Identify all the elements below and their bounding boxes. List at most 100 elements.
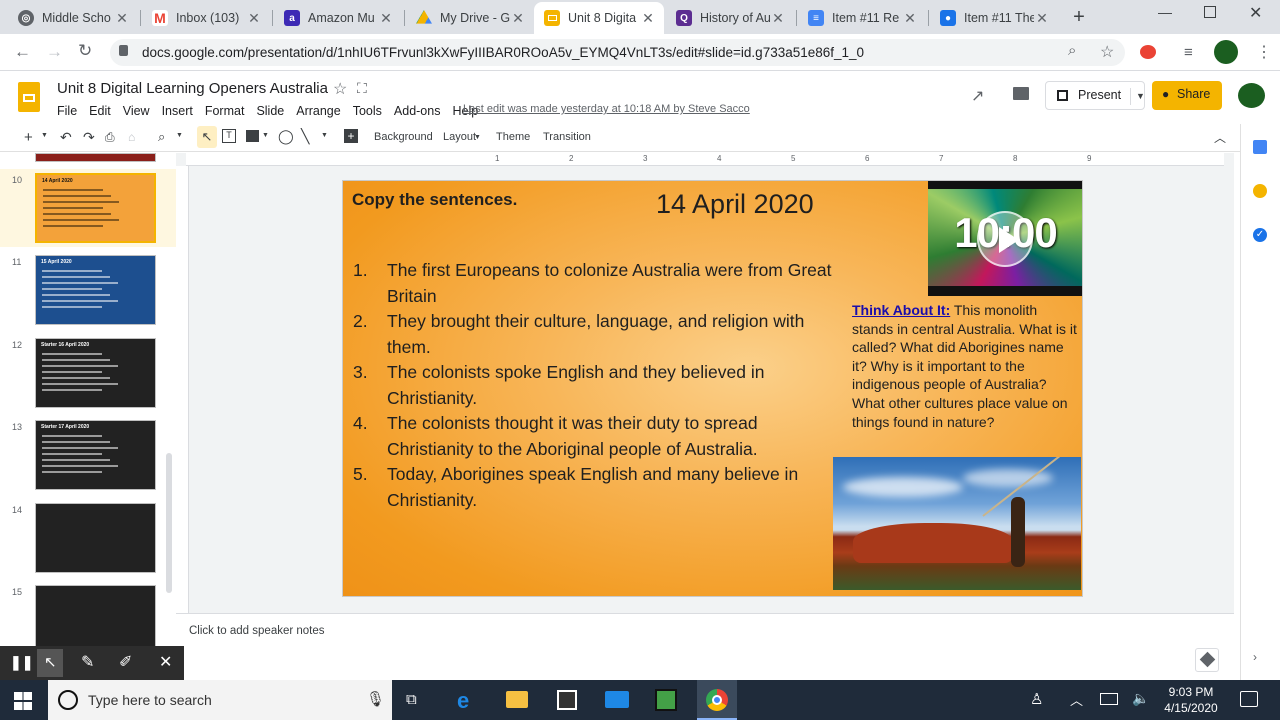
background-button[interactable]: Background	[374, 131, 433, 143]
document-title[interactable]: Unit 8 Digital Learning Openers Australi…	[57, 80, 328, 97]
collapse-toolbar-icon[interactable]: ︿	[1214, 129, 1226, 146]
chrome-taskbar-button[interactable]	[697, 680, 737, 720]
action-center-icon[interactable]	[1240, 691, 1258, 707]
store-icon[interactable]	[557, 690, 577, 710]
taskbar-search-box[interactable]: Type here to search 🎙	[48, 680, 392, 720]
close-tab-icon[interactable]: ✕	[378, 10, 394, 27]
game-app-icon[interactable]	[655, 689, 677, 711]
file-explorer-icon[interactable]	[506, 691, 528, 708]
close-window-icon[interactable]: ✕	[1249, 3, 1262, 23]
forward-arrow-icon[interactable]: →	[46, 42, 63, 62]
address-bar[interactable]: docs.google.com/presentation/d/1nhIU6TFr…	[110, 39, 1125, 66]
activity-trend-icon[interactable]: ↗	[971, 86, 984, 106]
share-button[interactable]: ● Share	[1152, 81, 1222, 110]
select-tool-icon[interactable]: ↖	[197, 126, 217, 148]
back-arrow-icon[interactable]: ←	[14, 42, 31, 62]
close-tab-icon[interactable]: ✕	[510, 10, 526, 27]
think-about-it-link[interactable]: Think About It:	[852, 302, 950, 318]
menu-edit[interactable]: Edit	[89, 104, 111, 118]
undo-icon[interactable]: ↶	[60, 129, 72, 146]
slide-thumbnail[interactable]: 14 April 2020	[35, 173, 156, 243]
close-tab-icon[interactable]: ✕	[114, 10, 130, 27]
media-control-icon[interactable]: ≡	[1184, 44, 1193, 61]
layout-button[interactable]: Layout	[443, 131, 476, 143]
tasks-icon[interactable]: ✓	[1253, 228, 1267, 242]
zoom-icon[interactable]: ⌕	[1068, 42, 1076, 59]
pen-icon[interactable]: ✎	[81, 652, 94, 672]
play-button-icon[interactable]	[977, 211, 1033, 267]
new-tab-icon[interactable]: +	[1068, 6, 1090, 28]
layout-dropdown-icon[interactable]: ▼	[474, 134, 481, 141]
keep-icon[interactable]	[1253, 184, 1267, 198]
line-icon[interactable]: ╲	[301, 128, 309, 145]
present-options-icon[interactable]: ▼	[1130, 88, 1145, 105]
close-tab-icon[interactable]: ✕	[1034, 10, 1050, 27]
browser-tab[interactable]: Q History of Au ✕	[666, 2, 794, 34]
print-icon[interactable]: ⎙	[105, 130, 115, 145]
zoom-tool-icon[interactable]: ⌕	[158, 129, 165, 145]
slide-thumbnail[interactable]: 15 April 2020	[35, 255, 156, 325]
browser-tab-active[interactable]: Unit 8 Digita ✕	[534, 2, 664, 34]
image-dropdown-icon[interactable]: ▼	[262, 132, 269, 139]
explore-button[interactable]	[1195, 648, 1219, 672]
video-embed[interactable]: 10:00	[928, 181, 1082, 296]
show-hidden-icons[interactable]: ︿	[1070, 690, 1083, 709]
extension-icon[interactable]	[1140, 45, 1156, 59]
reload-icon[interactable]: ↻	[78, 41, 92, 61]
battery-icon[interactable]	[1100, 693, 1118, 705]
slide-canvas[interactable]: Copy the sentences. 14 April 2020 1. The…	[342, 180, 1083, 597]
slide-thumbnail[interactable]	[35, 585, 156, 655]
people-icon[interactable]: ♙	[1030, 690, 1043, 708]
zoom-dropdown-icon[interactable]: ▼	[176, 132, 183, 139]
uluru-photo[interactable]	[833, 457, 1081, 590]
profile-avatar[interactable]	[1214, 40, 1238, 64]
filmstrip-scrollbar[interactable]	[166, 453, 172, 593]
new-slide-icon[interactable]: +	[24, 129, 33, 146]
browser-tab[interactable]: M Inbox (103) ✕	[142, 2, 270, 34]
volume-icon[interactable]: 🔈	[1132, 690, 1149, 707]
slide-thumbnail-partial[interactable]	[35, 153, 156, 162]
browser-tab[interactable]: a Amazon Mu ✕	[274, 2, 402, 34]
new-slide-dropdown-icon[interactable]: ▼	[41, 132, 48, 139]
calendar-icon[interactable]	[1253, 140, 1267, 154]
insert-image-icon[interactable]	[246, 130, 259, 142]
close-annotation-icon[interactable]: ✕	[159, 652, 172, 672]
windows-start-icon[interactable]	[14, 692, 32, 710]
menu-slide[interactable]: Slide	[256, 104, 284, 118]
edge-icon[interactable]: e	[457, 688, 469, 714]
browser-tab[interactable]: ≡ Item #11 Re ✕	[798, 2, 926, 34]
slide-thumbnail[interactable]	[35, 503, 156, 573]
task-view-icon[interactable]: ⧉	[406, 691, 417, 708]
close-tab-icon[interactable]: ✕	[640, 10, 656, 27]
menu-addons[interactable]: Add-ons	[394, 104, 441, 118]
present-button[interactable]: Present ▼	[1045, 81, 1145, 110]
browser-tab[interactable]: ● Item #11 The ✕	[930, 2, 1058, 34]
system-clock[interactable]: 9:03 PM 4/15/2020	[1158, 684, 1224, 716]
microphone-icon[interactable]: 🎙	[366, 690, 385, 708]
side-panel-toggle-icon[interactable]: ›	[1253, 650, 1257, 664]
browser-menu-icon[interactable]: ⋮	[1256, 42, 1272, 62]
star-icon[interactable]: ☆	[333, 79, 347, 99]
pointer-icon[interactable]: ↖	[44, 653, 57, 671]
menu-file[interactable]: File	[57, 104, 77, 118]
text-box-icon[interactable]: T	[222, 129, 236, 143]
line-dropdown-icon[interactable]: ▼	[321, 132, 328, 139]
restore-window-icon[interactable]	[1204, 6, 1216, 18]
comments-icon[interactable]	[1013, 87, 1029, 100]
minimize-window-icon[interactable]: —	[1158, 4, 1172, 20]
bookmark-star-icon[interactable]: ☆	[1100, 42, 1114, 62]
browser-tab[interactable]: My Drive - G ✕	[406, 2, 534, 34]
menu-arrange[interactable]: Arrange	[296, 104, 340, 118]
speaker-notes-placeholder[interactable]: Click to add speaker notes	[189, 625, 325, 637]
theme-button[interactable]: Theme	[496, 131, 530, 143]
close-tab-icon[interactable]: ✕	[902, 10, 918, 27]
pause-icon[interactable]: ❚❚	[10, 654, 33, 671]
close-tab-icon[interactable]: ✕	[246, 10, 262, 27]
last-edit-link[interactable]: Last edit was made yesterday at 10:18 AM…	[463, 103, 750, 115]
paint-format-icon[interactable]: ⌂	[128, 130, 135, 144]
close-tab-icon[interactable]: ✕	[770, 10, 786, 27]
redo-icon[interactable]: ↷	[83, 129, 95, 146]
transition-button[interactable]: Transition	[543, 131, 591, 143]
menu-tools[interactable]: Tools	[353, 104, 382, 118]
mail-icon[interactable]	[605, 691, 629, 708]
